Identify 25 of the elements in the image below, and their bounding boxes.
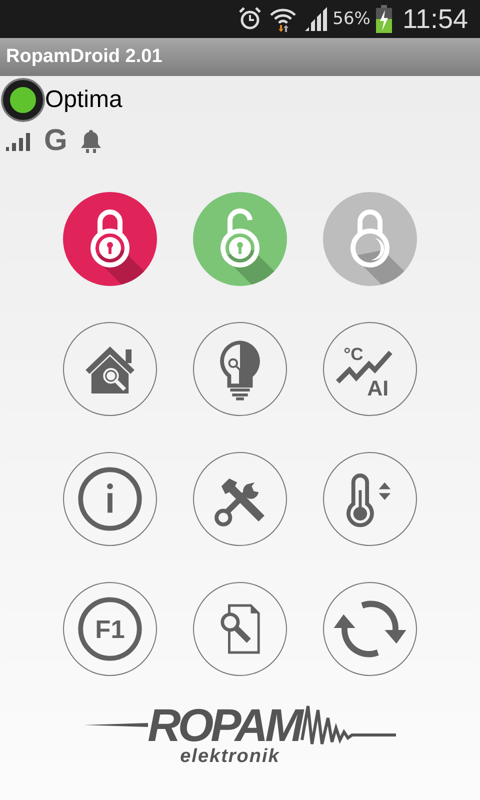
battery-percentage: 56% — [332, 9, 370, 29]
bell-icon — [81, 129, 102, 153]
logo-brand: ROPAM — [148, 702, 300, 748]
cell-signal-icon — [302, 7, 327, 31]
menu-button[interactable] — [193, 322, 287, 416]
menu-button[interactable] — [63, 452, 157, 546]
network-type-label: G — [44, 126, 68, 156]
logo-subtitle: elektronik — [180, 746, 280, 768]
menu-button[interactable] — [193, 582, 287, 676]
f1-label: F1 — [95, 616, 125, 644]
alarm-clock-icon — [236, 6, 263, 32]
menu-button[interactable] — [323, 452, 417, 546]
menu-button[interactable] — [193, 452, 287, 546]
menu-button[interactable]: °C AI — [323, 322, 417, 416]
clock-time: 11:54 — [402, 4, 468, 34]
celsius-label: °C — [344, 344, 364, 364]
signal-strength-icon — [6, 131, 30, 151]
app-title: RopamDroid 2.01 — [6, 46, 162, 68]
ai-label: AI — [367, 376, 389, 400]
panel-name: Optima — [45, 86, 122, 114]
battery-charging-icon — [376, 5, 392, 33]
wifi-icon — [268, 6, 297, 32]
menu-button[interactable]: F1 — [63, 582, 157, 676]
menu-button[interactable] — [323, 582, 417, 676]
menu-button[interactable] — [63, 322, 157, 416]
